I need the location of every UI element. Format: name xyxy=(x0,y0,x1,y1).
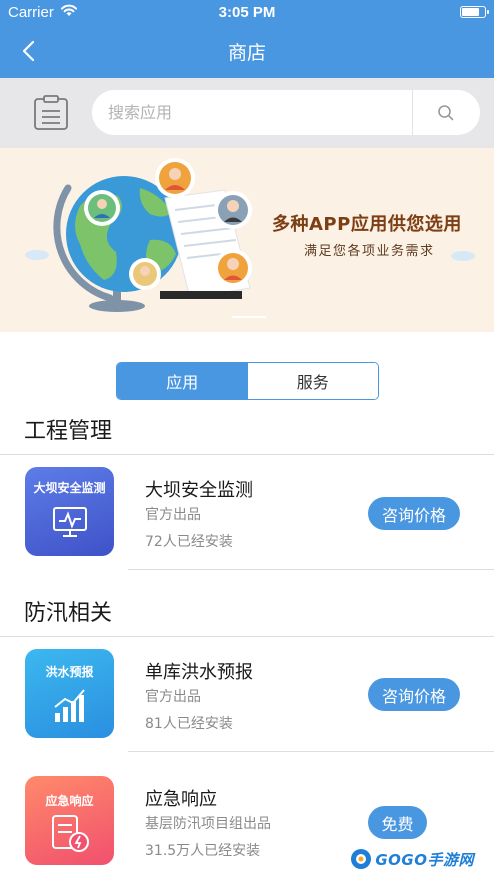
bar-chart-icon xyxy=(54,689,85,722)
banner-subtitle: 满足您各项业务需求 xyxy=(304,244,435,259)
status-bar: Carrier 3:05 PM xyxy=(0,0,494,26)
clock: 3:05 PM xyxy=(218,4,276,21)
battery-level xyxy=(462,8,479,16)
search-box xyxy=(92,90,480,135)
monitor-chart-icon xyxy=(53,507,87,537)
watermark: GOGO手游网 xyxy=(350,846,474,872)
app-install-count: 72人已经安装 xyxy=(145,534,233,550)
app-name[interactable]: 单库洪水预报 xyxy=(145,658,253,684)
search-bar xyxy=(0,78,494,148)
page-title: 商店 xyxy=(227,42,266,64)
banner-title: 多种APP应用供您选用 xyxy=(272,214,462,235)
app-publisher: 基层防汛项目组出品 xyxy=(145,816,271,832)
app-publisher: 官方出品 xyxy=(145,507,201,523)
app-icon-label: 大坝安全监测 xyxy=(33,481,106,495)
consult-price-button[interactable]: 咨询价格 xyxy=(368,497,460,530)
app-name[interactable]: 应急响应 xyxy=(145,785,217,811)
app-name[interactable]: 大坝安全监测 xyxy=(145,476,253,502)
section-divider xyxy=(0,636,494,637)
dam-monitor-app-icon[interactable]: 大坝安全监测 xyxy=(25,467,114,556)
document-bolt-icon xyxy=(52,815,89,852)
nav-header: Carrier 3:05 PM 商店 xyxy=(0,0,494,78)
flood-forecast-app-icon[interactable]: 洪水预报 xyxy=(25,649,114,738)
row-divider xyxy=(128,569,494,570)
section-divider xyxy=(0,454,494,455)
search-divider xyxy=(412,90,413,135)
watermark-text: GOGO手游网 xyxy=(375,850,474,869)
app-install-count: 31.5万人已经安装 xyxy=(145,843,261,859)
search-input[interactable] xyxy=(108,90,408,135)
app-icon-label: 应急响应 xyxy=(45,794,94,808)
row-divider xyxy=(128,751,494,752)
free-button[interactable]: 免费 xyxy=(368,806,427,839)
section-title-flood: 防汛相关 xyxy=(24,601,113,626)
consult-price-button[interactable]: 咨询价格 xyxy=(368,678,460,711)
clipboard-icon[interactable] xyxy=(32,95,70,131)
category-tabs: 应用 服务 xyxy=(116,362,379,400)
app-install-count: 81人已经安装 xyxy=(145,716,233,732)
app-icon-label: 洪水预报 xyxy=(45,665,94,679)
section-title-engineering: 工程管理 xyxy=(24,419,113,444)
tab-services[interactable]: 服务 xyxy=(247,363,378,399)
app-publisher: 官方出品 xyxy=(145,689,201,705)
promo-banner[interactable]: 多种APP应用供您选用 满足您各项业务需求 xyxy=(0,148,494,332)
search-icon[interactable] xyxy=(436,103,456,123)
tab-apps[interactable]: 应用 xyxy=(117,363,248,399)
emergency-response-app-icon[interactable]: 应急响应 xyxy=(25,776,114,865)
battery-icon xyxy=(460,6,489,18)
gamepad-logo-icon xyxy=(351,849,372,869)
